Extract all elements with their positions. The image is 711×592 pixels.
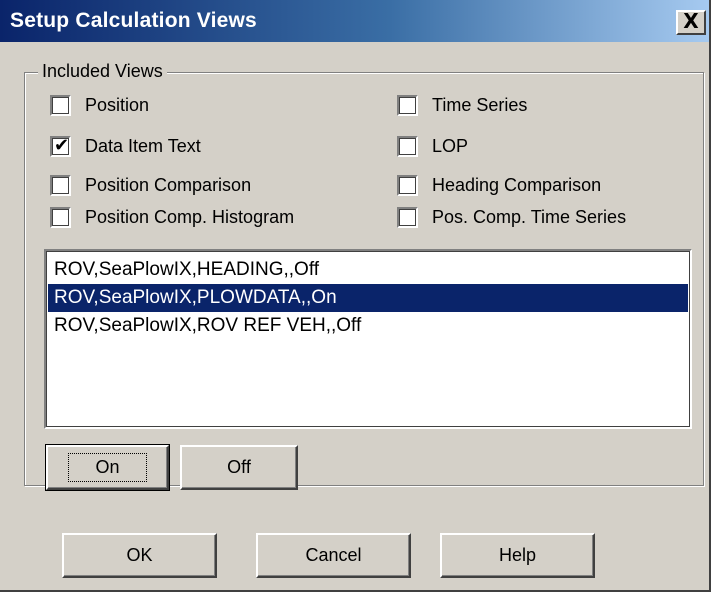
- checkbox-box[interactable]: [397, 174, 418, 196]
- checkbox-box[interactable]: ✔: [50, 134, 71, 157]
- checkbox-data-item-text[interactable]: ✔ Data Item Text: [50, 133, 201, 159]
- included-views-label: Included Views: [38, 61, 167, 82]
- checkbox-time-series[interactable]: Time Series: [397, 92, 527, 118]
- checkbox-label: LOP: [432, 135, 469, 156]
- checkbox-label: Position: [85, 94, 150, 115]
- checkbox-box[interactable]: [50, 174, 71, 196]
- on-button-label: On: [68, 453, 147, 482]
- checkbox-heading-comparison[interactable]: Heading Comparison: [397, 172, 601, 198]
- setup-calculation-views-dialog: Setup Calculation Views X Included Views…: [0, 0, 711, 592]
- off-button[interactable]: Off: [180, 445, 298, 490]
- cancel-button[interactable]: Cancel: [256, 533, 411, 578]
- checkbox-label: Position Comparison: [85, 174, 252, 195]
- ok-button[interactable]: OK: [62, 533, 217, 578]
- ok-button-label: OK: [126, 545, 153, 565]
- checkbox-position-comparison[interactable]: Position Comparison: [50, 172, 251, 198]
- help-button-label: Help: [498, 545, 537, 565]
- checkbox-box[interactable]: [50, 206, 71, 228]
- checkbox-pos-comp-time-series[interactable]: Pos. Comp. Time Series: [397, 204, 626, 230]
- close-icon: X: [683, 9, 699, 33]
- calculation-views-list[interactable]: ROV,SeaPlowIX,HEADING,,Off ROV,SeaPlowIX…: [44, 249, 692, 429]
- checkbox-label: Position Comp. Histogram: [85, 206, 295, 227]
- list-item[interactable]: ROV,SeaPlowIX,ROV REF VEH,,Off: [48, 312, 688, 340]
- checkbox-box[interactable]: [397, 206, 418, 228]
- checkbox-box[interactable]: [397, 135, 418, 157]
- checkbox-box[interactable]: [50, 94, 71, 116]
- off-button-label: Off: [227, 457, 251, 477]
- title-bar[interactable]: Setup Calculation Views X: [0, 0, 709, 42]
- cancel-button-label: Cancel: [305, 545, 362, 565]
- checkbox-position-comp-histogram[interactable]: Position Comp. Histogram: [50, 204, 294, 230]
- checkbox-label: Heading Comparison: [432, 174, 602, 195]
- checkbox-box[interactable]: [397, 94, 418, 116]
- checkbox-label: Pos. Comp. Time Series: [432, 206, 627, 227]
- help-button[interactable]: Help: [440, 533, 595, 578]
- on-button[interactable]: On: [45, 444, 170, 491]
- checkbox-label: Data Item Text: [85, 135, 201, 156]
- list-item[interactable]: ROV,SeaPlowIX,HEADING,,Off: [48, 256, 688, 284]
- checkbox-lop[interactable]: LOP: [397, 133, 468, 159]
- dialog-title: Setup Calculation Views: [10, 9, 257, 32]
- checkbox-label: Time Series: [432, 94, 528, 115]
- list-item-selected[interactable]: ROV,SeaPlowIX,PLOWDATA,,On: [48, 284, 688, 312]
- checkmark-icon: ✔: [54, 134, 70, 156]
- checkbox-position[interactable]: Position: [50, 92, 149, 118]
- close-button[interactable]: X: [676, 10, 706, 35]
